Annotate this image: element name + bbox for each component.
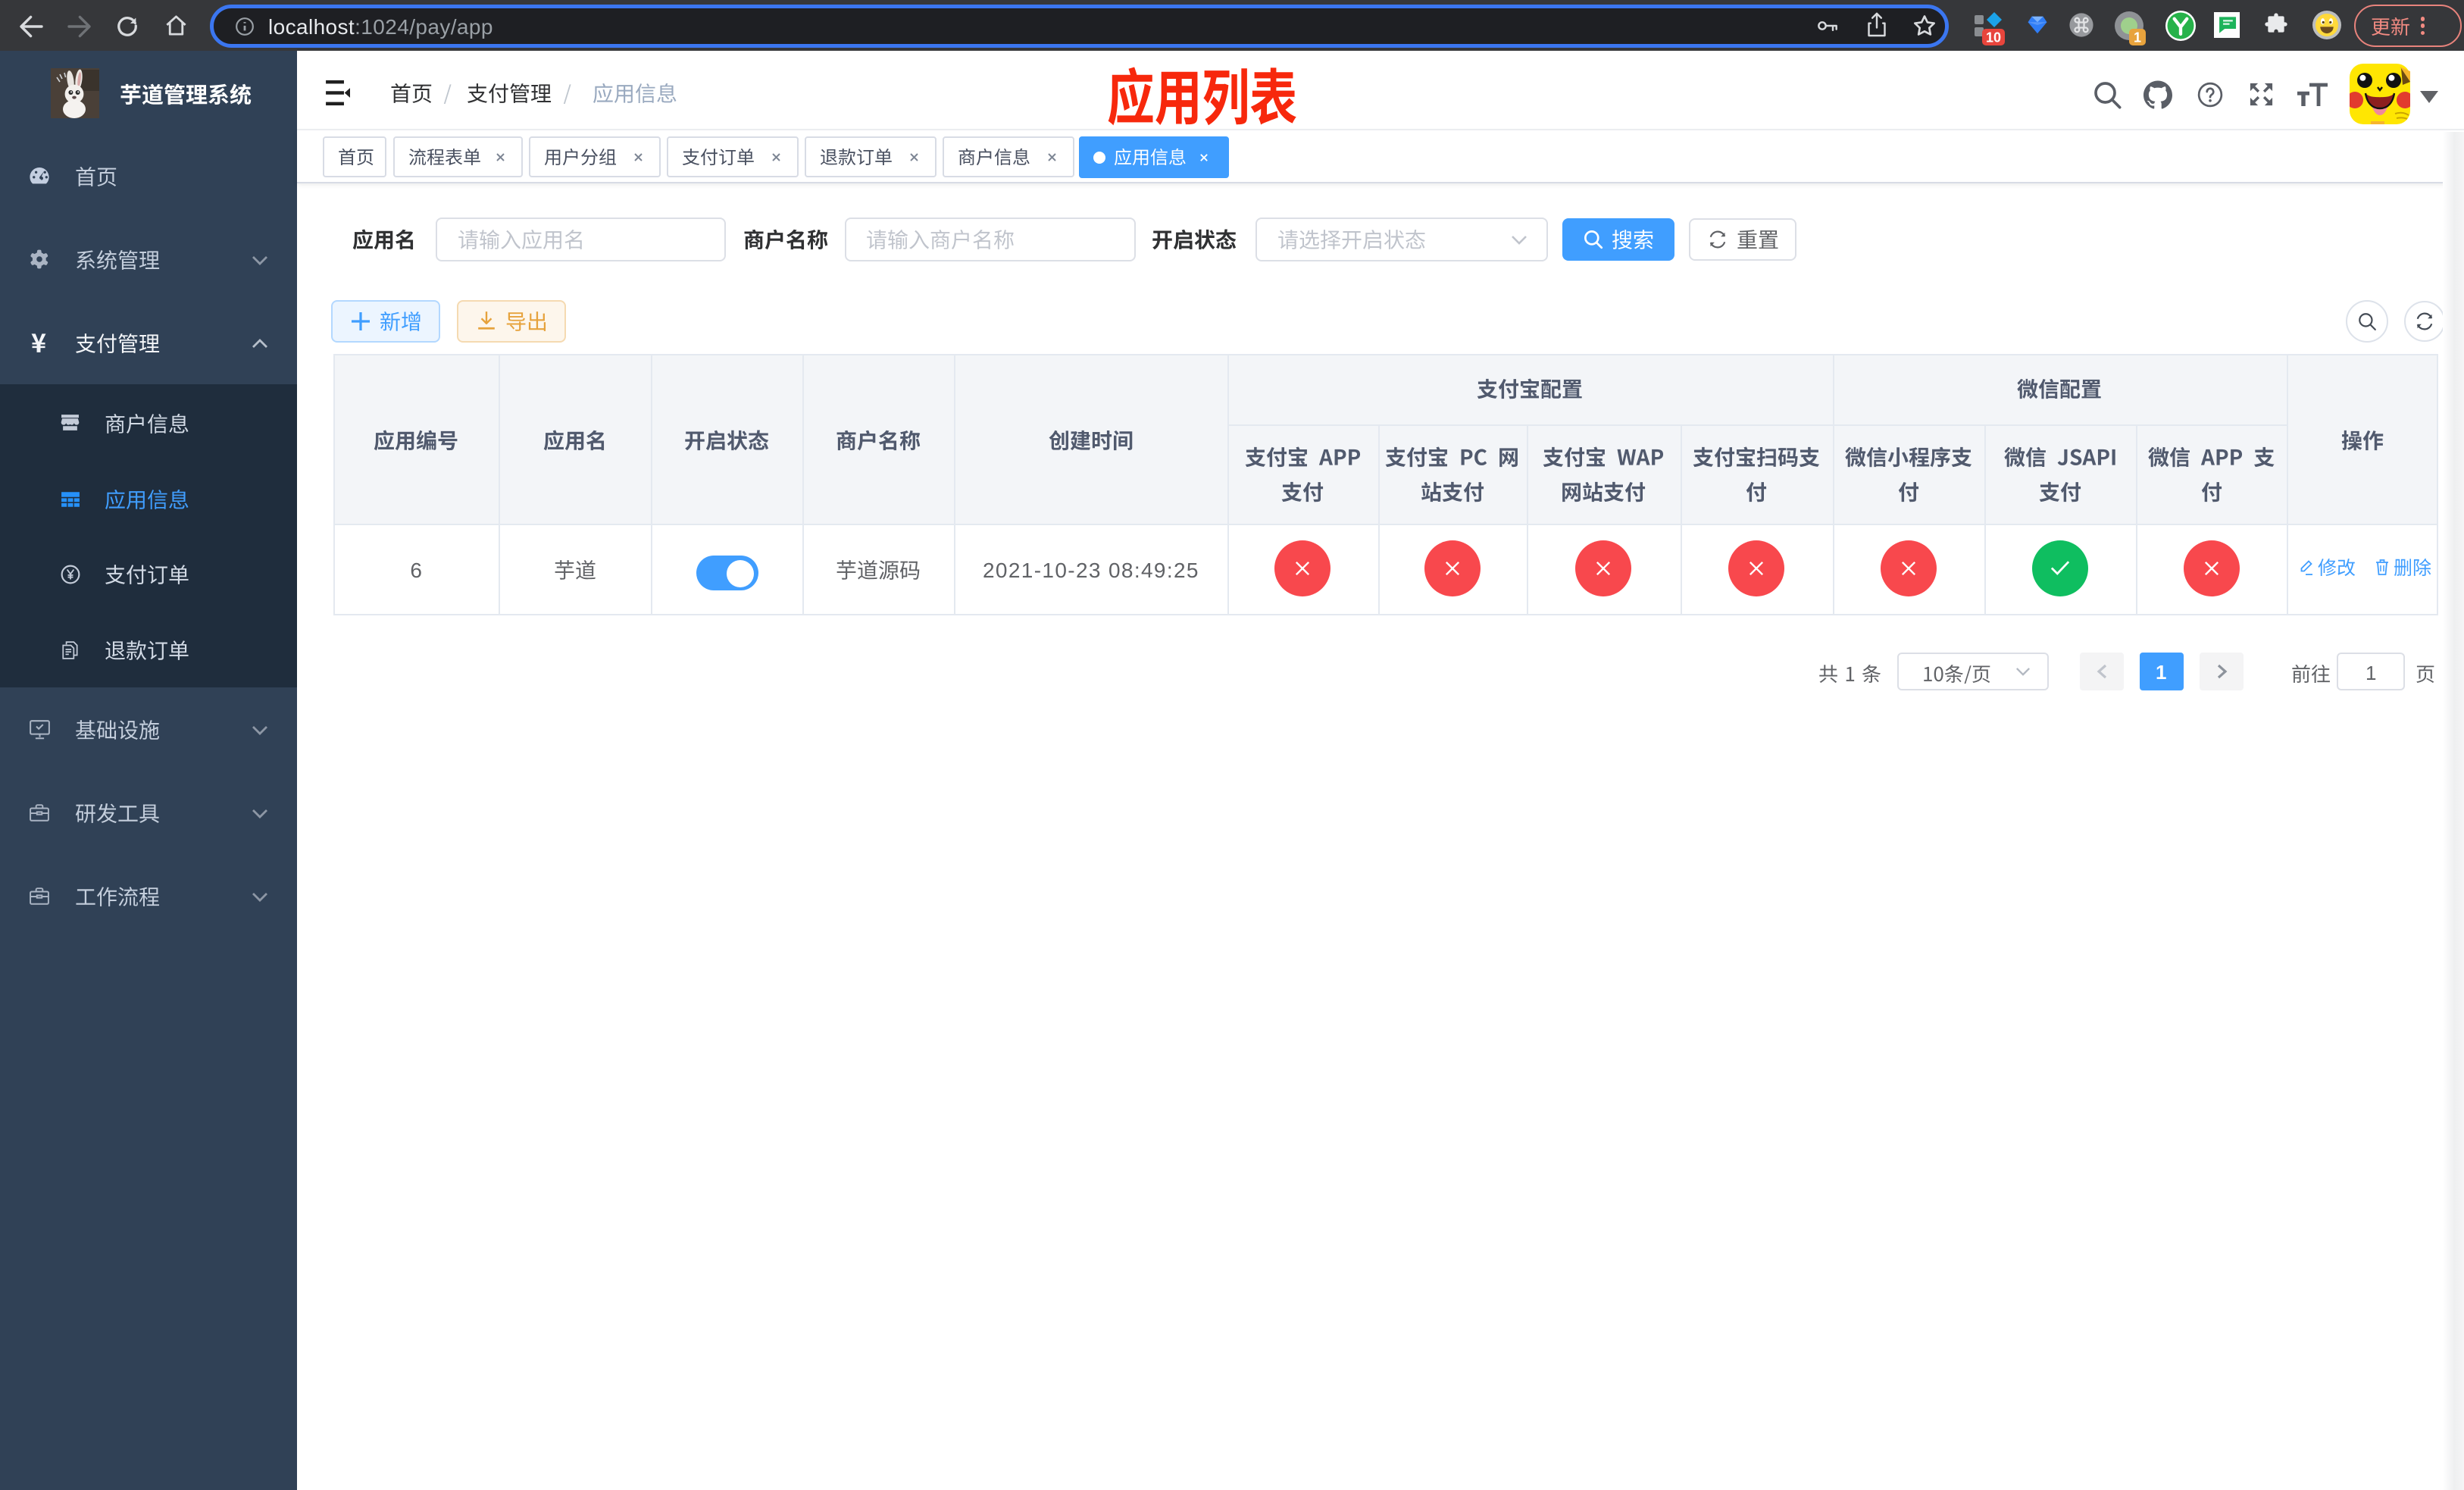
svg-text:10: 10 [1986,30,2001,45]
svg-text:1: 1 [2134,30,2141,45]
